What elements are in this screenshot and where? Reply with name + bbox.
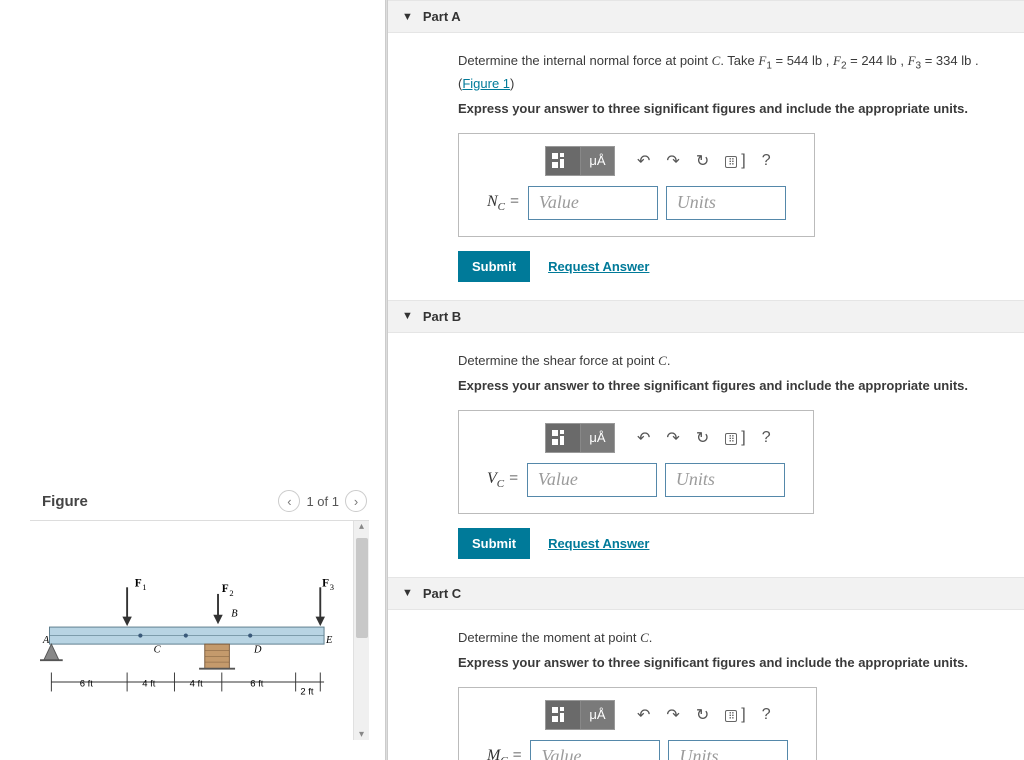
part-b-answer-box: μÅ ↶ ↷ ↻ ⠿ ] ? VC = Value Units [458,410,814,514]
part-b-body: Determine the shear force at point C. Ex… [388,333,1024,577]
part-c-units-input[interactable]: Units [668,740,788,760]
part-a-answer-box: μÅ ↶ ↷ ↻ ⠿ ] ? NC = Value Units [458,133,815,237]
prev-figure-button[interactable]: ‹ [278,490,300,512]
svg-text:D: D [253,645,262,656]
svg-text:2: 2 [229,588,233,598]
part-b-var: VC = [487,470,519,490]
figure-pager: ‹ 1 of 1 › [278,490,367,512]
help-button[interactable]: ? [756,704,777,726]
part-c-answer-box: μÅ ↶ ↷ ↻ ⠿ ] ? MC = Value Units [458,687,817,760]
undo-button[interactable]: ↶ [631,149,656,173]
symbols-button[interactable]: μÅ [580,147,614,175]
part-b-submit-button[interactable]: Submit [458,528,530,559]
part-a-instr: Express your answer to three significant… [458,99,994,119]
beam-diagram: F1 F2 F3 A C B D E 6 ft 4 ft 4 ft 6 ft 2… [30,521,353,740]
svg-text:B: B [231,609,238,620]
reset-button[interactable]: ↻ [690,703,715,727]
part-c-instr: Express your answer to three significant… [458,653,994,673]
answer-toolbar: μÅ ↶ ↷ ↻ ⠿ ] ? [545,423,785,453]
part-a-var: NC = [487,193,520,213]
templates-button[interactable] [546,424,580,452]
svg-text:F: F [135,577,142,589]
part-b-value-input[interactable]: Value [527,463,657,497]
caret-down-icon: ▼ [402,11,413,23]
part-b-instr: Express your answer to three significant… [458,376,994,396]
part-a-title: Part A [423,9,461,24]
svg-text:F: F [322,577,329,589]
next-figure-button[interactable]: › [345,490,367,512]
part-c-body: Determine the moment at point C. Express… [388,610,1024,760]
svg-text:E: E [325,635,333,646]
figure-1-link[interactable]: Figure 1 [462,76,510,91]
reset-button[interactable]: ↻ [690,149,715,173]
symbols-button[interactable]: μÅ [580,424,614,452]
part-c-desc: Determine the moment at point C. [458,628,994,648]
part-a-request-answer-link[interactable]: Request Answer [548,259,649,274]
svg-text:6 ft: 6 ft [80,679,94,690]
part-b-title: Part B [423,309,461,324]
templates-button[interactable] [546,147,580,175]
undo-button[interactable]: ↶ [631,426,656,450]
svg-text:4 ft: 4 ft [142,679,156,690]
part-a-submit-button[interactable]: Submit [458,251,530,282]
scroll-up-icon[interactable]: ▴ [359,521,364,532]
svg-text:C: C [154,645,162,656]
svg-text:4 ft: 4 ft [190,679,204,690]
part-c-var: MC = [487,747,522,760]
keyboard-button[interactable]: ⠿ ] [719,150,751,172]
answer-toolbar: μÅ ↶ ↷ ↻ ⠿ ] ? [545,700,788,730]
redo-button[interactable]: ↷ [660,149,685,173]
figure-panel: Figure ‹ 1 of 1 › [0,0,385,760]
svg-text:F: F [222,583,229,595]
help-button[interactable]: ? [756,427,777,449]
scroll-thumb[interactable] [356,538,368,638]
figure-title: Figure [42,493,88,510]
figure-scrollbar[interactable]: ▴ ▾ [353,521,369,740]
redo-button[interactable]: ↷ [660,426,685,450]
part-c-title: Part C [423,586,461,601]
reset-button[interactable]: ↻ [690,426,715,450]
svg-text:2 ft: 2 ft [300,686,314,697]
symbols-button[interactable]: μÅ [580,701,614,729]
svg-text:3: 3 [330,582,334,592]
templates-button[interactable] [546,701,580,729]
part-c-header[interactable]: ▼ Part C [388,577,1024,610]
keyboard-button[interactable]: ⠿ ] [719,704,751,726]
svg-text:A: A [42,635,50,646]
part-a-units-input[interactable]: Units [666,186,786,220]
keyboard-button[interactable]: ⠿ ] [719,427,751,449]
part-b-header[interactable]: ▼ Part B [388,300,1024,333]
part-a-desc: Determine the internal normal force at p… [458,51,994,93]
help-button[interactable]: ? [756,150,777,172]
part-b-units-input[interactable]: Units [665,463,785,497]
part-c-value-input[interactable]: Value [530,740,660,760]
answer-toolbar: μÅ ↶ ↷ ↻ ⠿ ] ? [545,146,786,176]
part-b-desc: Determine the shear force at point C. [458,351,994,371]
svg-text:1: 1 [142,582,146,592]
part-a-value-input[interactable]: Value [528,186,658,220]
part-a-body: Determine the internal normal force at p… [388,33,1024,300]
caret-down-icon: ▼ [402,310,413,322]
scroll-down-icon[interactable]: ▾ [359,729,364,740]
svg-text:6 ft: 6 ft [250,679,264,690]
caret-down-icon: ▼ [402,587,413,599]
undo-button[interactable]: ↶ [631,703,656,727]
part-b-request-answer-link[interactable]: Request Answer [548,536,649,551]
part-a-header[interactable]: ▼ Part A [388,0,1024,33]
pager-text: 1 of 1 [306,494,339,509]
redo-button[interactable]: ↷ [660,703,685,727]
